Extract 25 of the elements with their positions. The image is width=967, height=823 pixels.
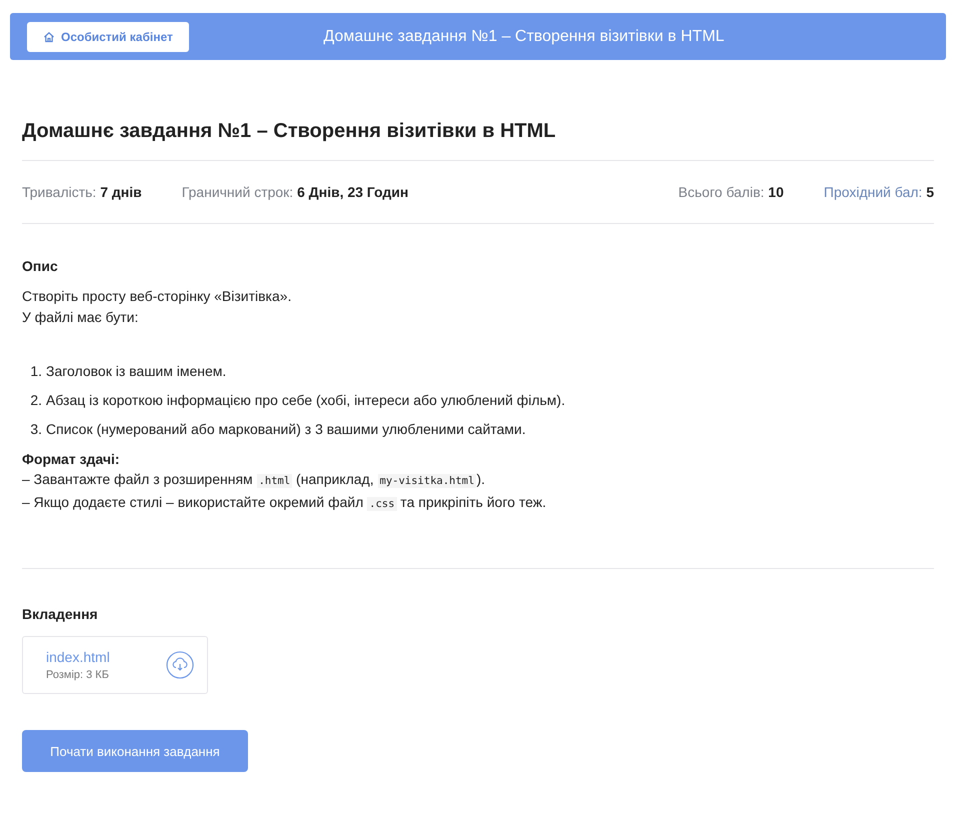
list-item-text: Абзац із короткою інформацією про себе (хобі, інтереси або улюблений фільм). — [46, 391, 566, 410]
file-size: Розмір: 3 КБ — [46, 669, 110, 681]
home-icon — [43, 30, 55, 42]
list-number: 3. — [29, 420, 42, 439]
meta-item: Прохідний бал: 5 — [824, 184, 934, 200]
section-heading: Опис — [22, 258, 59, 274]
section-heading: Вкладення — [22, 606, 99, 622]
format-line: – Якщо додаєте стилі – використайте окремий файл .css та прикріпіть його теж. — [22, 493, 548, 513]
start-task-button[interactable]: Почати виконання завдання — [22, 730, 248, 772]
back-button[interactable]: Особистий кабінет — [27, 22, 189, 52]
meta-item: Тривалість: 7 днів — [22, 184, 142, 200]
meta-item: Всього балів: 10 — [678, 184, 784, 200]
format-heading: Формат здачі: — [22, 450, 121, 469]
download-icon[interactable] — [166, 651, 194, 679]
file-link[interactable]: index.html — [46, 649, 166, 665]
assignment-title: Домашнє завдання №1 – Створення візитівки в HTML — [22, 120, 557, 144]
page-title: Домашнє завдання №1 – Створення візитівки в HTML — [322, 28, 726, 46]
list-item-text: Список (нумерований або маркований) з 3 вашими улюбленими сайтами. — [46, 420, 526, 439]
list-number: 1. — [29, 362, 42, 381]
list-number: 2. — [29, 391, 42, 410]
description-text: Створіть просту веб-сторінку «Візитівка». — [22, 287, 292, 306]
format-line: – Завантажте файл з розширенням .html (наприклад, my-visitka.html). — [22, 470, 486, 490]
list-item-text: Заголовок із вашим іменем. — [46, 362, 226, 381]
description-text: У файлі має бути: — [22, 308, 140, 327]
meta-item: Граничний строк: 6 Днів, 23 Годин — [182, 184, 408, 200]
